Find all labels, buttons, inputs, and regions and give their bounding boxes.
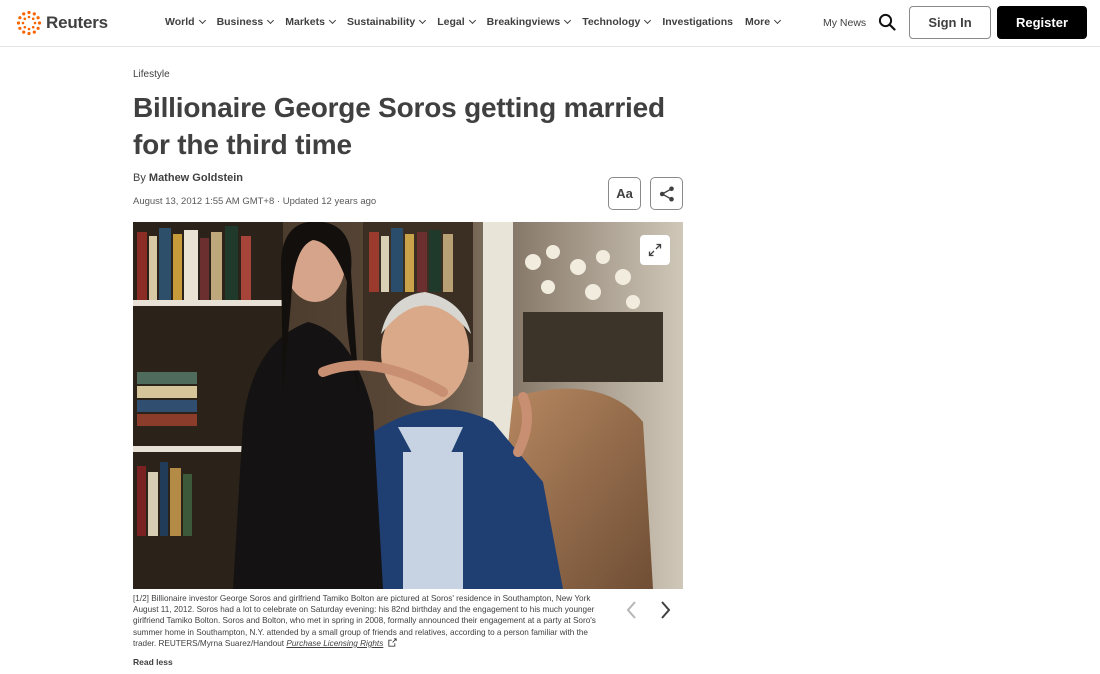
sign-in-button[interactable]: Sign In	[909, 6, 991, 39]
register-button[interactable]: Register	[997, 6, 1087, 39]
byline: By Mathew Goldstein	[133, 172, 243, 184]
nav-item-legal[interactable]: Legal	[437, 16, 476, 28]
reuters-logo[interactable]: Reuters	[16, 10, 108, 36]
chevron-down-icon	[328, 16, 336, 25]
reuters-logo-icon	[16, 10, 42, 36]
chevron-down-icon	[774, 16, 782, 25]
nav-item-investigations[interactable]: Investigations	[662, 16, 733, 28]
section-kicker[interactable]: Lifestyle	[133, 69, 170, 80]
nav-label: World	[165, 16, 195, 28]
chevron-down-icon	[644, 16, 652, 25]
nav-label: Investigations	[662, 16, 733, 28]
nav-label: Sustainability	[346, 16, 416, 28]
article-headline: Billionaire George Soros getting married…	[133, 92, 665, 160]
chevron-down-icon	[198, 16, 206, 25]
main-nav: World Business Markets Sustainability Le…	[165, 16, 782, 28]
my-news-link[interactable]: My News	[823, 17, 866, 29]
site-header: Reuters World Business Markets Sustainab…	[0, 0, 1100, 47]
share-icon	[659, 186, 674, 201]
nav-item-sustainability[interactable]: Sustainability	[346, 16, 427, 28]
nav-label: More	[744, 16, 771, 28]
licensing-link[interactable]: Purchase Licensing Rights	[286, 639, 383, 648]
external-link-icon[interactable]	[387, 638, 397, 647]
photo-illustration	[133, 222, 683, 589]
chevron-down-icon	[419, 16, 427, 25]
nav-item-technology[interactable]: Technology	[582, 16, 652, 28]
article-photo[interactable]	[133, 222, 683, 589]
logo-text: Reuters	[46, 13, 108, 32]
expand-photo-button[interactable]	[640, 235, 670, 265]
text-size-button[interactable]: Aa	[608, 177, 641, 210]
nav-item-more[interactable]: More	[744, 16, 782, 28]
chevron-down-icon	[564, 16, 572, 25]
nav-item-markets[interactable]: Markets	[285, 16, 336, 28]
nav-label: Legal	[437, 16, 465, 28]
search-icon[interactable]	[878, 13, 896, 31]
byline-prefix: By	[133, 172, 146, 184]
nav-label: Breakingviews	[486, 16, 561, 28]
share-button[interactable]	[650, 177, 683, 210]
nav-label: Business	[216, 16, 264, 28]
previous-photo-arrow-icon[interactable]	[623, 600, 641, 620]
next-photo-arrow-icon[interactable]	[656, 600, 674, 620]
nav-item-world[interactable]: World	[165, 16, 206, 28]
expand-icon	[648, 243, 662, 257]
author-link[interactable]: Mathew Goldstein	[149, 172, 243, 184]
nav-label: Markets	[285, 16, 325, 28]
dateline: August 13, 2012 1:55 AM GMT+8 · Updated …	[133, 196, 377, 207]
nav-item-business[interactable]: Business	[216, 16, 275, 28]
chevron-down-icon	[267, 16, 275, 25]
nav-item-breakingviews[interactable]: Breakingviews	[486, 16, 572, 28]
read-less-button[interactable]: Read less	[133, 657, 173, 667]
photo-caption: [1/2] Billionaire investor George Soros …	[133, 593, 608, 649]
chevron-down-icon	[468, 16, 476, 25]
nav-label: Technology	[582, 16, 641, 28]
